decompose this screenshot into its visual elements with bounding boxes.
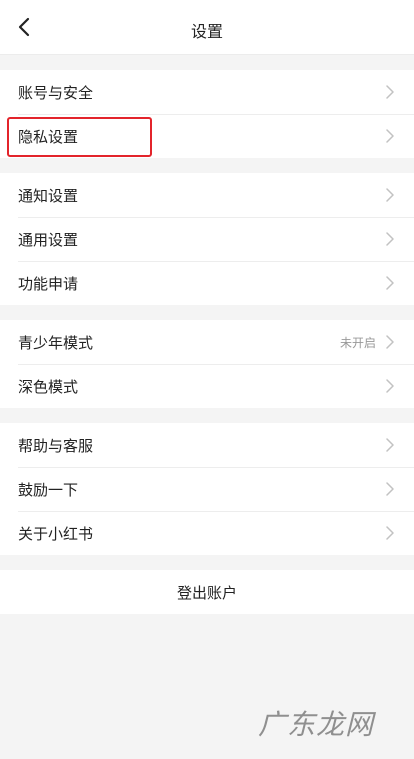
settings-item-label: 鼓励一下 xyxy=(18,480,79,499)
settings-item-encourage[interactable]: 鼓励一下 xyxy=(0,467,414,511)
chevron-right-icon xyxy=(386,129,396,143)
settings-item-label: 青少年模式 xyxy=(18,333,94,352)
chevron-right-icon xyxy=(386,276,396,290)
settings-item-label: 关于小红书 xyxy=(18,524,94,543)
watermark: 广东龙网 xyxy=(257,708,374,741)
chevron-right-icon xyxy=(386,335,396,349)
settings-item-feature-request[interactable]: 功能申请 xyxy=(0,261,414,305)
settings-group-account: 账号与安全 隐私设置 xyxy=(0,70,414,158)
settings-group-about: 帮助与客服 鼓励一下 关于小红书 xyxy=(0,423,414,555)
settings-item-label: 通用设置 xyxy=(18,230,79,249)
settings-item-about[interactable]: 关于小红书 xyxy=(0,511,414,555)
settings-item-privacy[interactable]: 隐私设置 xyxy=(0,114,414,158)
settings-item-account-security[interactable]: 账号与安全 xyxy=(0,70,414,114)
settings-item-label: 功能申请 xyxy=(18,274,79,293)
settings-item-general[interactable]: 通用设置 xyxy=(0,217,414,261)
settings-item-label: 帮助与客服 xyxy=(18,436,94,455)
top-bar: 设置 xyxy=(0,0,414,55)
settings-item-label: 隐私设置 xyxy=(18,127,79,146)
chevron-right-icon xyxy=(386,526,396,540)
settings-item-help[interactable]: 帮助与客服 xyxy=(0,423,414,467)
settings-item-label: 深色模式 xyxy=(18,377,79,396)
chevron-right-icon xyxy=(386,482,396,496)
logout-button[interactable]: 登出账户 xyxy=(0,570,414,614)
settings-group-general: 通知设置 通用设置 功能申请 xyxy=(0,173,414,305)
chevron-right-icon xyxy=(386,232,396,246)
settings-item-notifications[interactable]: 通知设置 xyxy=(0,173,414,217)
chevron-right-icon xyxy=(386,188,396,202)
settings-item-label: 通知设置 xyxy=(18,186,79,205)
chevron-right-icon xyxy=(386,85,396,99)
chevron-right-icon xyxy=(386,438,396,452)
page-title: 设置 xyxy=(190,22,223,41)
teen-mode-status: 未开启 xyxy=(339,335,376,350)
settings-item-dark-mode[interactable]: 深色模式 xyxy=(0,364,414,408)
chevron-right-icon xyxy=(386,379,396,393)
settings-item-label: 账号与安全 xyxy=(18,83,94,102)
settings-group-display: 青少年模式 未开启 深色模式 xyxy=(0,320,414,408)
settings-item-teen-mode[interactable]: 青少年模式 未开启 xyxy=(0,320,414,364)
